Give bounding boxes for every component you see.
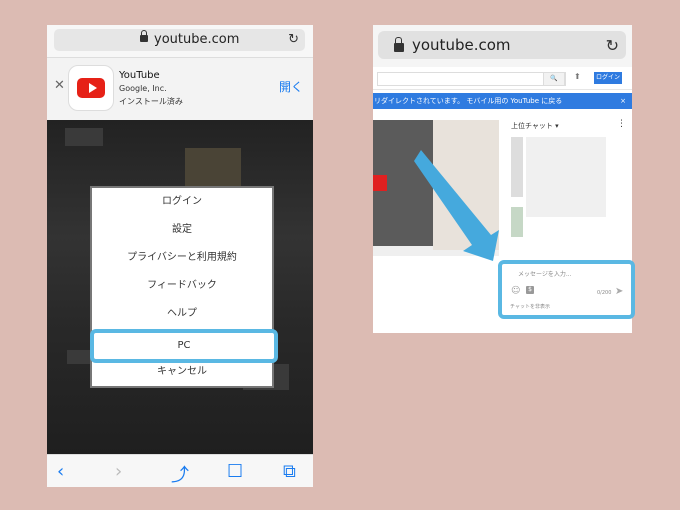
tabs-icon[interactable]: ⧉ (283, 461, 296, 482)
options-menu: ログイン 設定 プライバシーと利用規約 フィードバック ヘルプ PC キャンセル (90, 186, 278, 388)
arrow-icon (414, 150, 499, 261)
char-count: 0/200 (597, 290, 612, 296)
menu-item-feedback[interactable]: フィードバック (92, 272, 272, 300)
url-pill[interactable]: youtube.com ↻ (54, 29, 305, 51)
menu-item-help[interactable]: ヘルプ (92, 300, 272, 328)
play-icon (89, 83, 97, 93)
safari-address-bar[interactable]: youtube.com ↻ (47, 25, 313, 57)
youtube-app-icon (68, 65, 114, 111)
menu-item-privacy-terms[interactable]: プライバシーと利用規約 (92, 244, 272, 272)
hide-chat-label[interactable]: チャットを非表示 (510, 303, 550, 310)
app-status: インストール済み (119, 97, 183, 106)
youtube-logo-icon (77, 78, 105, 98)
menu-item-cancel[interactable]: キャンセル (92, 358, 272, 386)
super-chat-icon[interactable]: $ (526, 286, 534, 294)
reload-icon[interactable]: ↻ (288, 32, 299, 47)
lock-icon (140, 30, 148, 42)
safari-toolbar: ‹ › ⤴ ☐ ⧉ (47, 454, 313, 487)
menu-item-login[interactable]: ログイン (92, 188, 272, 216)
chat-input-placeholder: メッセージを入力... (518, 271, 572, 278)
forward-icon[interactable]: › (115, 461, 122, 482)
open-app-button[interactable]: 開く (279, 78, 303, 95)
app-developer: Google, Inc. (119, 84, 167, 93)
close-icon[interactable]: ✕ (54, 78, 65, 93)
share-icon[interactable]: ⤴ (171, 461, 189, 487)
bookmarks-icon[interactable]: ☐ (227, 461, 243, 482)
blur-block (65, 128, 103, 146)
back-icon[interactable]: ‹ (57, 461, 64, 482)
menu-item-settings[interactable]: 設定 (92, 216, 272, 244)
app-banner: ✕ YouTube Google, Inc. インストール済み 開く (47, 57, 313, 121)
url-text: youtube.com (154, 32, 240, 47)
emoji-icon[interactable]: ☺ (511, 286, 520, 296)
app-title: YouTube (119, 70, 160, 81)
chat-input-highlight[interactable]: メッセージを入力... ☺ $ 0/200 ➤ (498, 260, 635, 319)
send-icon[interactable]: ➤ (615, 286, 623, 297)
left-phone-screenshot: youtube.com ↻ ✕ YouTube Google, Inc. インス… (47, 25, 313, 487)
